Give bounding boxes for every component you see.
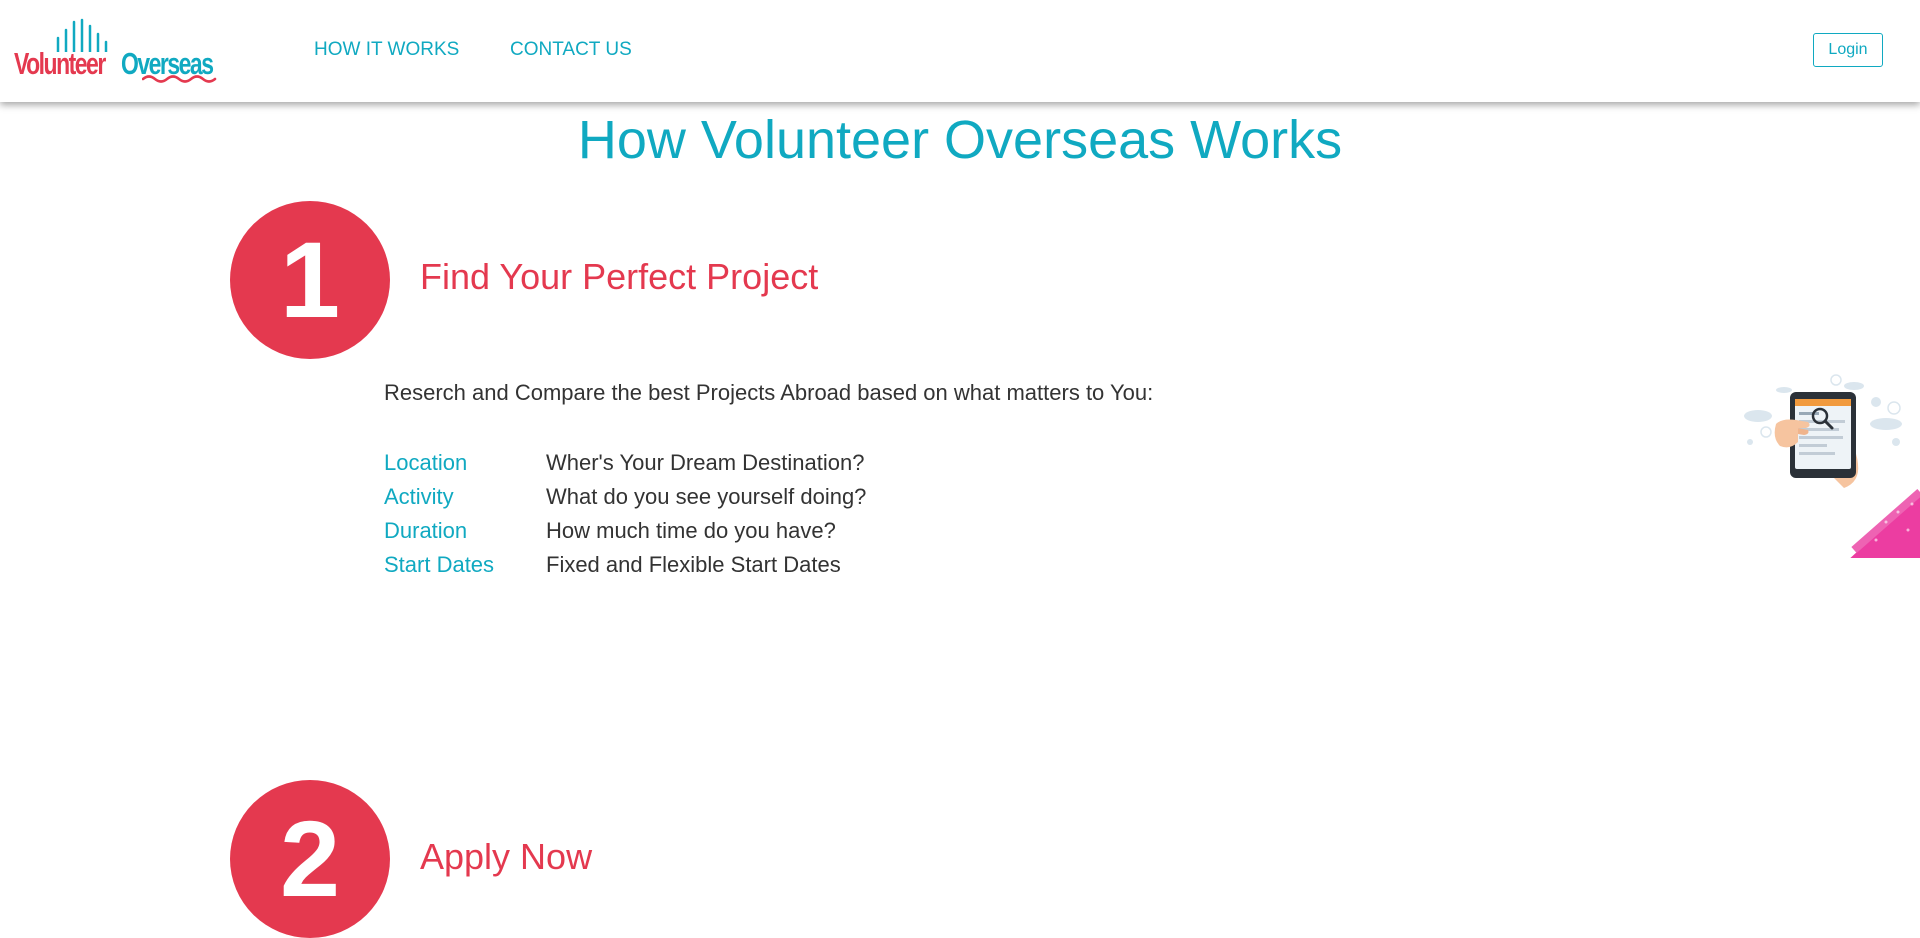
step-intro-text: Reserch and Compare the best Projects Ab… — [384, 380, 1154, 405]
criteria-description: How much time do you have? — [546, 518, 836, 543]
criteria-label: Location — [384, 450, 468, 475]
nav-contact-us[interactable]: CONTACT US — [510, 39, 632, 61]
logo-wave-icon — [142, 75, 217, 83]
hand-holding-tablet-illustration — [1744, 374, 1920, 558]
step-number-badge: 1 — [230, 201, 390, 359]
criteria-label: Activity — [384, 484, 454, 509]
criteria-description: Fixed and Flexible Start Dates — [546, 552, 841, 577]
criteria-description: What do you see yourself doing? — [546, 484, 867, 509]
login-button[interactable]: Login — [1813, 33, 1883, 67]
step-heading: Find Your Perfect Project — [420, 256, 819, 297]
criteria-description: Wher's Your Dream Destination? — [546, 450, 865, 475]
step-heading: Apply Now — [420, 836, 593, 877]
logo-word-volunteer: Volunteer — [14, 46, 106, 81]
page-title: How Volunteer Overseas Works — [577, 110, 1343, 170]
site-logo[interactable]: Volunteer Overseas — [14, 18, 219, 84]
site-header: Volunteer Overseas HOW IT WORKS CONTACT … — [0, 0, 1920, 102]
criteria-label: Duration — [384, 518, 468, 543]
step-number-badge: 2 — [230, 780, 390, 938]
criteria-label: Start Dates — [384, 552, 495, 577]
nav-how-it-works[interactable]: HOW IT WORKS — [314, 39, 459, 61]
